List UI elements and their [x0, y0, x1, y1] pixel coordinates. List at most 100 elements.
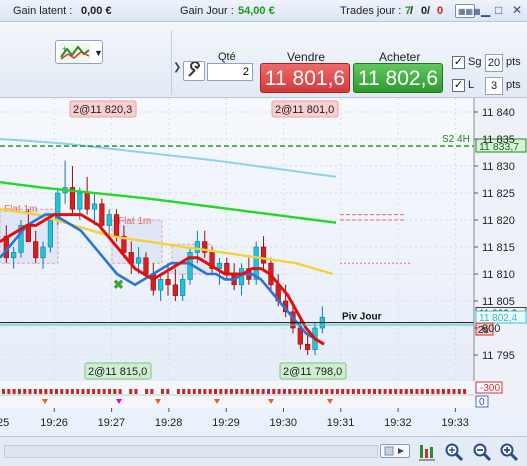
x-tick-label: 25 — [0, 417, 9, 429]
order-tag-text: 2@11 798,0 — [283, 366, 342, 378]
volume-bar — [320, 389, 323, 394]
volume-bar — [2, 389, 5, 394]
trades-sep-2: / — [427, 5, 431, 17]
volume-bar — [17, 389, 21, 394]
candle-down — [25, 225, 31, 242]
y-tick-label: 11 805 — [482, 296, 515, 308]
x-tick-label: 19:27 — [98, 417, 126, 429]
volume-bar — [76, 389, 80, 394]
s2-level-label: S2 4H — [442, 134, 470, 145]
x-axis-labels: 25 19:26 19:27 19:28 19:29 19:30 19:31 19:32 19:… — [0, 408, 469, 429]
volume-bar — [12, 389, 16, 394]
volume-bar — [97, 389, 101, 394]
volume-bar — [208, 389, 212, 394]
volume-bar — [267, 389, 270, 394]
candle-up — [194, 241, 201, 253]
volume-bar — [452, 389, 456, 394]
quantity-input[interactable] — [207, 63, 253, 81]
flat-zone-label: Flat 1m — [118, 216, 151, 227]
candle-up — [106, 214, 112, 226]
volume-bar — [325, 389, 329, 394]
volume-bar — [404, 389, 408, 394]
zoom-in-icon[interactable] — [499, 442, 519, 462]
y-tick-label: 11 835 — [482, 134, 515, 146]
candle-up — [158, 279, 164, 291]
order-tag-text: 2@11 820,3 — [73, 104, 132, 116]
volume-bar — [426, 389, 429, 394]
limit-checkbox[interactable]: ✓ — [452, 79, 465, 92]
chart-indicator-icon: + — [59, 43, 91, 63]
candle-up — [11, 252, 17, 259]
zoom-fit-icon[interactable] — [444, 442, 464, 462]
volume-subpanel — [0, 381, 474, 408]
volume-bar — [362, 389, 366, 394]
stop-loss-points-input[interactable]: 20 — [485, 54, 503, 72]
sell-button[interactable]: 11 801,6 — [260, 63, 350, 93]
sell-label: Vendre — [287, 50, 326, 64]
day-gain-label: Gain Jour : — [180, 5, 234, 17]
x-tick-label: 19:33 — [441, 417, 469, 429]
stop-loss-label: Sg — [468, 56, 482, 68]
stop-loss-checkbox[interactable]: ✓ — [452, 56, 465, 69]
volume-bar — [240, 389, 244, 394]
chevron-down-icon[interactable]: ▼ — [94, 48, 103, 58]
wrench-icon[interactable] — [183, 61, 205, 81]
svg-text:+: + — [62, 44, 67, 54]
volume-bar — [261, 389, 265, 394]
volume-bar — [145, 389, 149, 394]
unrealized-gain-label: Gain latent : — [13, 5, 73, 17]
volume-bar — [28, 389, 32, 394]
volume-bar — [304, 389, 308, 394]
volume-bar — [447, 389, 451, 394]
trades-label: Trades jour : — [340, 5, 402, 17]
x-tick-label: 19:31 — [327, 417, 355, 429]
plot-area — [0, 98, 474, 381]
volume-bar — [272, 389, 276, 394]
volume-bar — [457, 389, 461, 394]
volume-bar — [102, 389, 106, 394]
close-icon[interactable]: ✕ — [512, 3, 522, 17]
keyboard-icon[interactable]: ▦▦▦ — [455, 4, 481, 18]
maximize-icon[interactable]: □ — [495, 3, 502, 17]
volume-bar — [235, 389, 239, 394]
x-tick-label: 19:28 — [155, 417, 183, 429]
volume-bar — [309, 389, 313, 394]
volume-bar — [431, 389, 435, 394]
y-tick-label: 11 795 — [482, 350, 515, 362]
volume-bar — [219, 389, 223, 394]
volume-bar — [441, 389, 445, 394]
volume-bar — [161, 389, 164, 394]
volume-bar — [182, 389, 186, 394]
buy-button[interactable]: 11 802,6 — [353, 63, 443, 93]
candle-down — [113, 214, 120, 237]
quantity-label: Qté — [218, 51, 236, 63]
chart-indicator-button[interactable]: + ▼ — [55, 40, 103, 64]
volume-bar — [86, 389, 90, 394]
scroll-right-icon[interactable] — [380, 444, 410, 458]
volume-bar — [367, 389, 371, 394]
volume-bar — [420, 389, 424, 394]
limit-points-input[interactable]: 3 — [485, 77, 503, 95]
expand-arrow-icon[interactable]: ❯ — [173, 62, 181, 73]
volume-bar — [23, 389, 27, 394]
volume-bar — [7, 389, 11, 394]
price-chart[interactable]: Flat 1mFlat 1m ✖ S2 4H11 833,7Piv Jour 11… — [0, 98, 527, 434]
volume-bar — [33, 389, 37, 394]
volume-bar — [224, 389, 228, 394]
zoom-out-icon[interactable] — [472, 442, 492, 462]
volume-bar — [415, 389, 419, 394]
x-tick-label: 19:32 — [384, 417, 412, 429]
volume-bar — [113, 389, 117, 394]
time-scrollbar[interactable] — [4, 445, 378, 458]
volume-bar — [288, 389, 292, 394]
day-gain-value: 54,00 € — [238, 5, 275, 17]
volume-bar — [357, 389, 361, 394]
volume-bar — [150, 389, 154, 394]
minimize-icon[interactable]: ▁ — [481, 3, 490, 17]
volume-bar — [176, 389, 180, 394]
buy-label: Acheter — [379, 50, 421, 64]
volume-bar — [134, 389, 138, 394]
volume-bar — [118, 389, 122, 394]
chart-settings-icon[interactable] — [417, 442, 437, 462]
volume-bar — [187, 389, 191, 394]
